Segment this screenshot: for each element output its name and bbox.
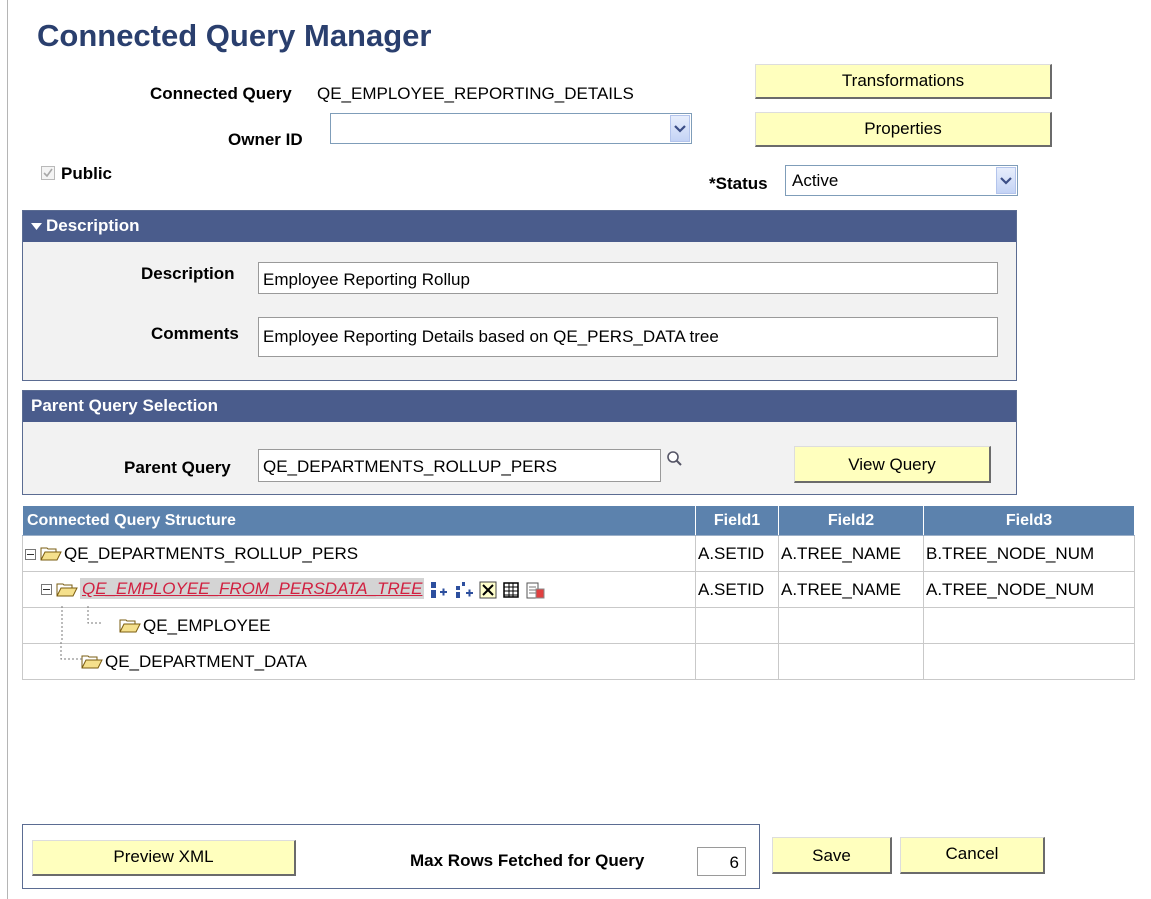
connected-query-value: QE_EMPLOYEE_REPORTING_DETAILS <box>317 84 634 103</box>
field1-cell: A.SETID <box>695 535 779 572</box>
field3-cell <box>923 643 1135 680</box>
tree-node-cell: QE_DEPARTMENT_DATA <box>22 642 696 680</box>
collapse-icon[interactable] <box>25 548 36 560</box>
field2-cell <box>778 607 924 644</box>
field1-cell <box>695 607 779 644</box>
status-value: Active <box>792 171 839 190</box>
field1-cell: A.SETID <box>695 571 779 608</box>
folder-open-icon <box>81 655 103 669</box>
left-border-line <box>7 0 8 899</box>
public-label: Public <box>61 164 113 183</box>
tree-node-cell: QE_EMPLOYEE_FROM_PERSDATA_TREE <box>22 571 696 608</box>
tree-connector-icon <box>61 606 103 640</box>
owner-id-select[interactable] <box>330 113 692 144</box>
parent-query-field[interactable]: QE_DEPARTMENTS_ROLLUP_PERS <box>258 449 661 482</box>
folder-open-icon <box>119 619 141 633</box>
description-label: Description <box>141 264 235 283</box>
column-header-field2: Field2 <box>778 505 924 536</box>
parent-query-section: Parent Query Selection Parent Query QE_D… <box>22 390 1017 495</box>
collapse-triangle-icon <box>31 223 42 230</box>
status-select[interactable]: Active <box>785 165 1018 196</box>
field3-cell <box>923 607 1135 644</box>
table-row: QE_DEPARTMENT_DATA <box>22 642 1135 680</box>
tree-node-cell: QE_DEPARTMENTS_ROLLUP_PERS <box>22 535 696 572</box>
query-structure-grid: Connected Query Structure Field1 Field2 … <box>22 505 1135 680</box>
footer-panel: Preview XML Max Rows Fetched for Query 6 <box>22 824 760 889</box>
connected-query-label: Connected Query <box>150 84 292 103</box>
tree-node-cell: QE_EMPLOYEE <box>22 606 696 644</box>
parent-query-section-header: Parent Query Selection <box>23 391 1016 422</box>
owner-id-label: Owner ID <box>228 130 303 149</box>
column-header-field1: Field1 <box>695 505 779 536</box>
page-title: Connected Query Manager <box>37 18 432 53</box>
cancel-button[interactable]: Cancel <box>900 837 1045 874</box>
field3-cell: B.TREE_NODE_NUM <box>923 535 1135 572</box>
grid-icon[interactable] <box>502 581 520 599</box>
description-section-title: Description <box>46 216 140 235</box>
description-section: Description Description Employee Reporti… <box>22 210 1017 381</box>
add-sibling-icon[interactable] <box>454 580 474 600</box>
table-row: QE_EMPLOYEE <box>22 606 1135 644</box>
folder-open-icon <box>56 583 78 597</box>
folder-open-icon <box>40 547 62 561</box>
max-rows-field[interactable]: 6 <box>697 847 746 876</box>
check-icon <box>43 168 53 178</box>
column-header-structure: Connected Query Structure <box>22 505 696 536</box>
column-header-field3: Field3 <box>923 505 1135 536</box>
table-row: QE_DEPARTMENTS_ROLLUP_PERS A.SETID A.TRE… <box>22 535 1135 572</box>
chevron-down-icon[interactable] <box>996 167 1016 194</box>
max-rows-label: Max Rows Fetched for Query <box>410 851 645 870</box>
comments-label: Comments <box>151 324 239 343</box>
search-icon[interactable] <box>666 450 684 468</box>
tree-node-label[interactable]: QE_DEPARTMENT_DATA <box>105 652 307 671</box>
properties-icon[interactable] <box>525 580 545 600</box>
description-field[interactable]: Employee Reporting Rollup <box>258 262 998 294</box>
table-row: QE_EMPLOYEE_FROM_PERSDATA_TREE A.SETID A… <box>22 571 1135 608</box>
view-query-button[interactable]: View Query <box>794 446 991 483</box>
field2-cell: A.TREE_NAME <box>778 571 924 608</box>
tree-node-label[interactable]: QE_EMPLOYEE <box>143 616 271 635</box>
field3-cell: A.TREE_NODE_NUM <box>923 571 1135 608</box>
field1-cell <box>695 643 779 680</box>
comments-field[interactable]: Employee Reporting Details based on QE_P… <box>258 317 998 357</box>
chevron-down-icon[interactable] <box>670 115 690 142</box>
transformations-button[interactable]: Transformations <box>755 64 1052 99</box>
properties-button[interactable]: Properties <box>755 112 1052 147</box>
add-child-icon[interactable] <box>429 580 449 600</box>
status-label: *Status <box>709 174 768 193</box>
public-checkbox[interactable] <box>41 166 55 180</box>
description-section-header[interactable]: Description <box>23 211 1016 242</box>
parent-query-label: Parent Query <box>124 458 231 477</box>
tree-node-label[interactable]: QE_DEPARTMENTS_ROLLUP_PERS <box>64 544 358 563</box>
field2-cell: A.TREE_NAME <box>778 535 924 572</box>
field2-cell <box>778 643 924 680</box>
save-button[interactable]: Save <box>772 837 892 874</box>
delete-icon[interactable] <box>479 581 497 599</box>
tree-node-label-selected[interactable]: QE_EMPLOYEE_FROM_PERSDATA_TREE <box>80 578 425 600</box>
collapse-icon[interactable] <box>41 584 52 596</box>
tree-connector-icon <box>60 642 82 660</box>
preview-xml-button[interactable]: Preview XML <box>32 840 296 876</box>
